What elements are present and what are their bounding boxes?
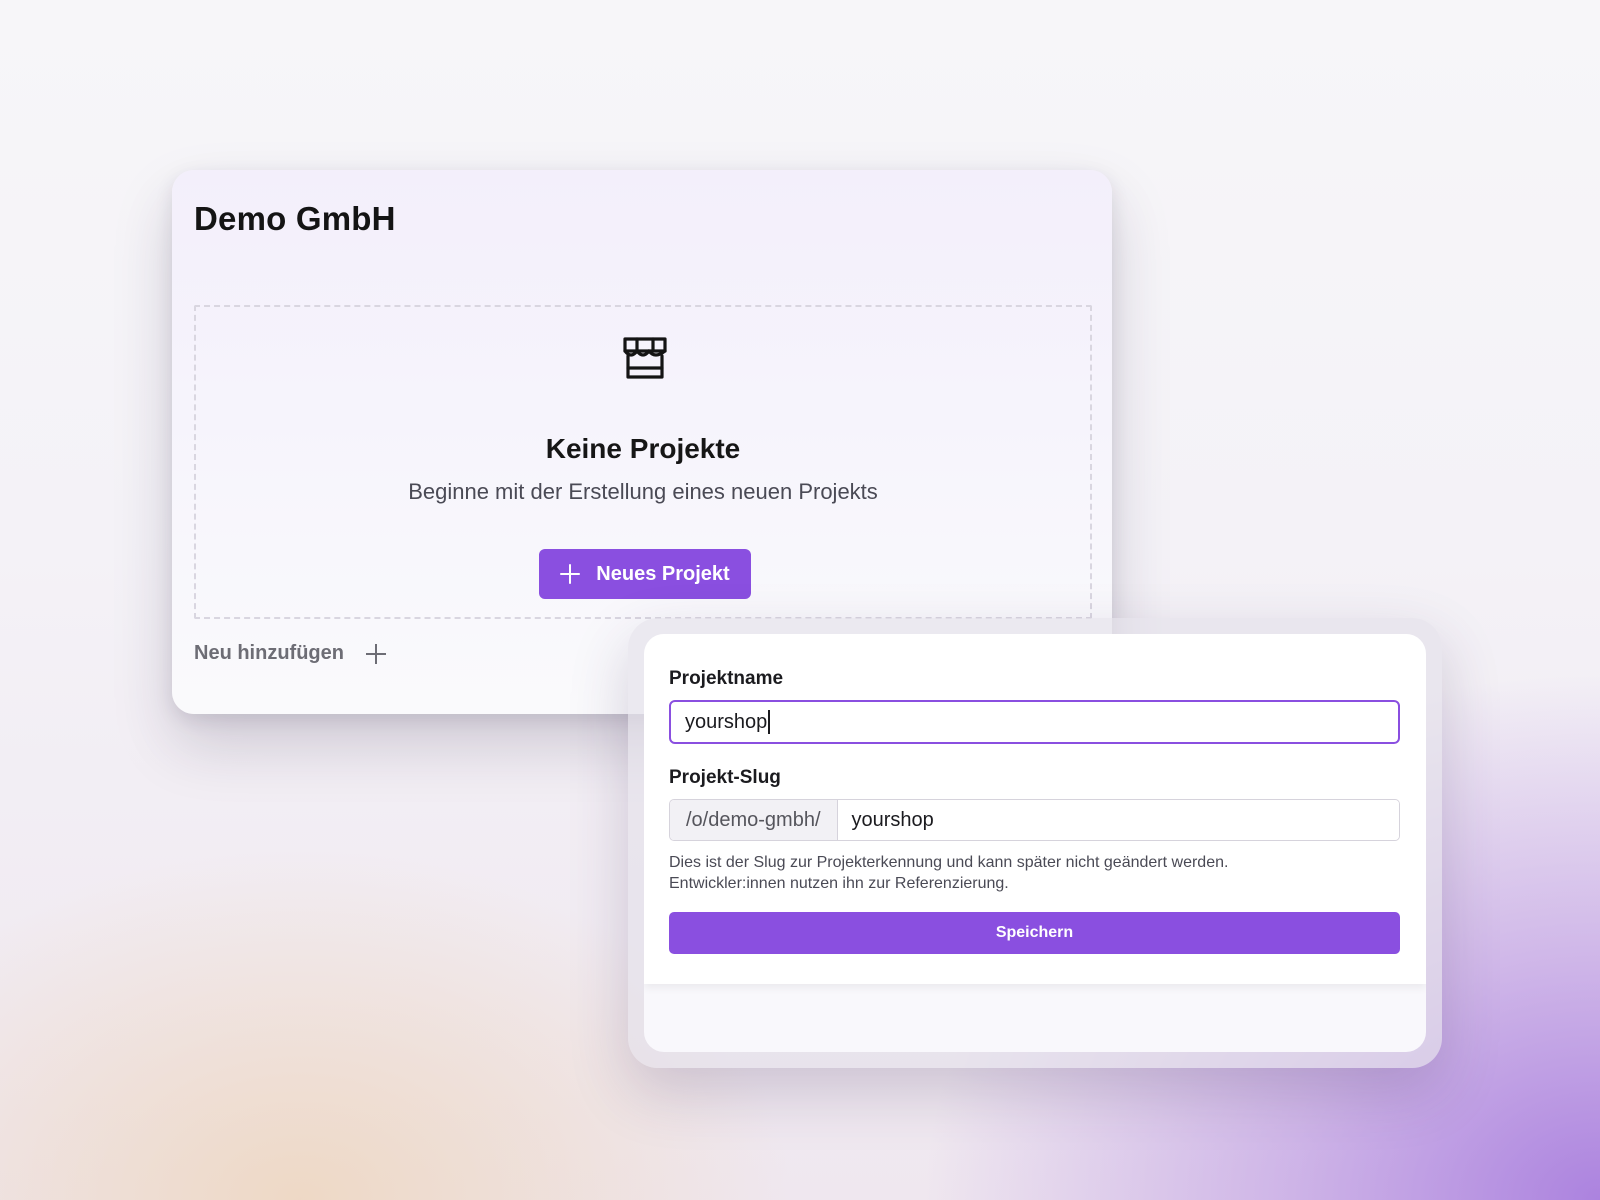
page-title: Demo GmbH: [194, 200, 396, 237]
plus-icon: [365, 643, 386, 664]
slug-hint-line1: Dies ist der Slug zur Projekterkennung u…: [669, 854, 1229, 871]
empty-state-title: Keine Projekte: [545, 433, 741, 464]
plus-icon: [560, 564, 581, 584]
project-slug-input[interactable]: yourshop: [837, 800, 1399, 840]
new-project-dialog: Projektname yourshop Projekt-Slug /o/dem…: [644, 634, 1426, 1052]
slug-hint: Dies ist der Slug zur Projekterkennung u…: [669, 852, 1369, 894]
modal-backdrop-frame: Projektname yourshop Projekt-Slug /o/dem…: [628, 618, 1442, 1068]
new-project-button[interactable]: Neues Projekt: [539, 549, 751, 599]
project-slug-label: Projekt-Slug: [669, 767, 781, 788]
project-name-label: Projektname: [669, 668, 784, 689]
slug-hint-line2: Entwickler:innen nutzen ihn zur Referenz…: [669, 875, 1009, 892]
add-new-label: Neu hinzufügen: [194, 642, 344, 664]
empty-state-subtitle: Beginne mit der Erstellung eines neuen P…: [408, 479, 878, 504]
new-project-button-label: Neues Projekt: [596, 562, 730, 585]
project-form: Projektname yourshop Projekt-Slug /o/dem…: [644, 634, 1426, 984]
project-name-input[interactable]: yourshop: [669, 700, 1400, 744]
add-new-link[interactable]: Neu hinzufügen: [194, 642, 386, 665]
text-caret: [768, 710, 770, 734]
project-slug-field: /o/demo-gmbh/ yourshop: [669, 799, 1400, 841]
slug-prefix: /o/demo-gmbh/: [670, 800, 838, 840]
save-button[interactable]: Speichern: [669, 912, 1400, 954]
empty-state-panel: Keine Projekte Beginne mit der Erstellun…: [194, 305, 1092, 619]
storefront-icon: [623, 337, 667, 379]
project-slug-value: yourshop: [851, 808, 934, 831]
project-name-value: yourshop: [685, 710, 768, 733]
